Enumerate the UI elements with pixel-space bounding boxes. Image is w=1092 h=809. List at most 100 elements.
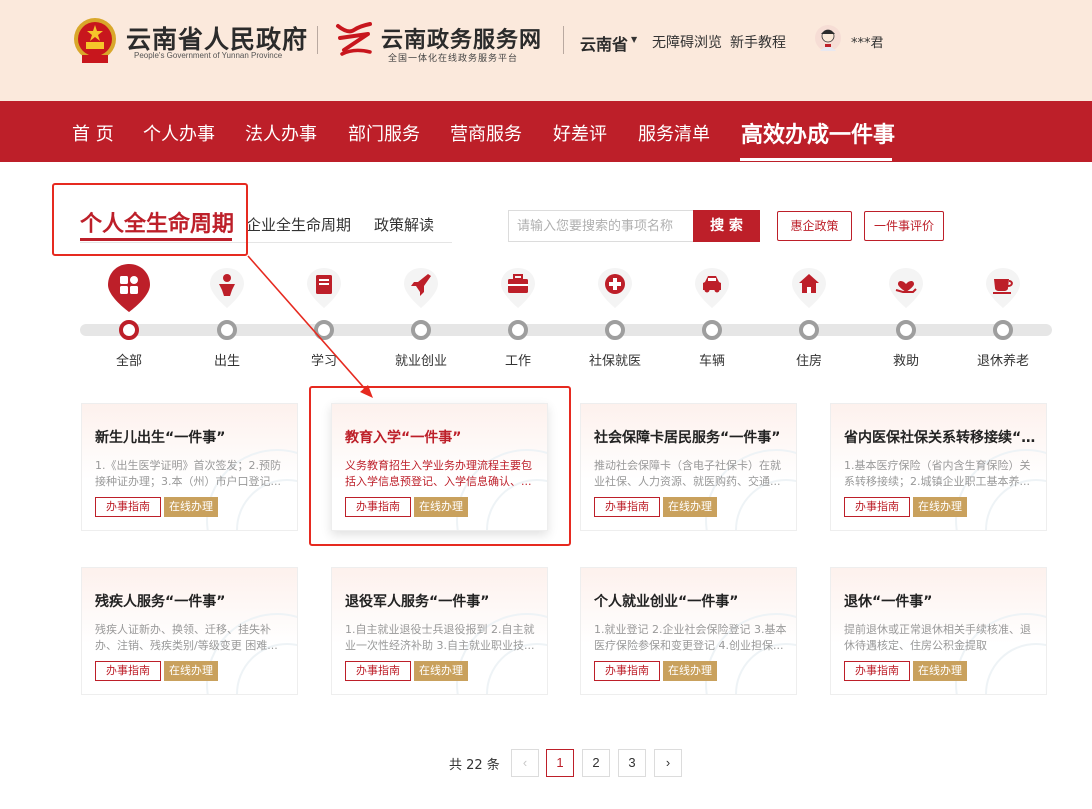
card-social-security[interactable]: 社会保障卡居民服务“一件事” 推动社会保障卡（含电子社保卡）在就业社保、人力资源… [580,403,797,531]
guide-button[interactable]: 办事指南 [844,497,910,517]
timeline-dot[interactable] [993,320,1013,340]
nav-one-thing[interactable]: 高效办成一件事 [741,117,895,149]
guide-button[interactable]: 办事指南 [95,497,161,517]
nav-personal[interactable]: 个人办事 [143,120,215,146]
enterprise-policy-button[interactable]: 惠企政策 [777,211,852,241]
guide-button[interactable]: 办事指南 [844,661,910,681]
online-handle-button[interactable]: 在线办理 [663,497,717,517]
timeline-dot[interactable] [411,320,431,340]
card-veterans[interactable]: 退役军人服务“一件事” 1.自主就业退役士兵退役报到 2.自主就业一次性经济补助… [331,567,548,695]
timeline-dot[interactable] [702,320,722,340]
annotation-highlight-tab [52,183,248,256]
nav-home[interactable]: 首 页 [72,120,114,146]
tab-policy[interactable]: 政策解读 [374,214,434,235]
timeline-label[interactable]: 全部 [79,350,179,369]
timeline-label[interactable]: 退休养老 [953,350,1053,369]
timeline-label[interactable]: 出生 [177,350,277,369]
page-button-3[interactable]: 3 [618,749,646,777]
medical-cross-icon [598,268,632,308]
nav-department[interactable]: 部门服务 [348,120,420,146]
top-header: 云南省人民政府 People's Government of Yunnan Pr… [0,0,1092,101]
annotation-highlight-card [309,386,571,546]
card-desc: 残疾人证新办、换领、迁移、挂失补办、注销、残疾类别/等级变更 困难... [95,623,278,652]
portal-logo-icon [336,22,372,56]
card-title[interactable]: 退役军人服务“一件事” [345,591,540,611]
baby-icon [210,268,244,308]
timeline-label[interactable]: 社保就医 [565,350,665,369]
search-button[interactable]: 搜 索 [693,210,760,242]
header-divider [317,26,318,54]
guide-button[interactable]: 办事指南 [95,661,161,681]
online-handle-button[interactable]: 在线办理 [414,661,468,681]
card-disabled-services[interactable]: 残疾人服务“一件事” 残疾人证新办、换领、迁移、挂失补办、注销、残疾类别/等级变… [81,567,298,695]
portal-title[interactable]: 云南政务服务网 [381,22,542,54]
online-handle-button[interactable]: 在线办理 [164,497,218,517]
timeline-dot[interactable] [119,320,139,340]
nav-active-indicator [740,158,892,161]
card-title[interactable]: 退休“一件事” [844,591,1039,611]
card-desc: 1.就业登记 2.企业社会保险登记 3.基本医疗保险参保和变更登记 4.创业担保… [594,623,787,652]
timeline-dot[interactable] [217,320,237,340]
rocket-icon [404,268,438,308]
card-title[interactable]: 社会保障卡居民服务“一件事” [594,427,789,447]
gov-subtitle: People's Government of Yunnan Province [134,51,283,60]
prev-page-button[interactable]: ‹ [511,749,539,777]
next-page-button[interactable]: › [654,749,682,777]
guide-button[interactable]: 办事指南 [594,661,660,681]
card-desc: 1.自主就业退役士兵退役报到 2.自主就业一次性经济补助 3.自主就业职业技..… [345,623,535,652]
card-desc: 1.《出生医学证明》首次签发；2.预防接种证办理；3.本（州）市户口登记... [95,459,281,488]
card-employment-startup[interactable]: 个人就业创业“一件事” 1.就业登记 2.企业社会保险登记 3.基本医疗保险参保… [580,567,797,695]
card-insurance-transfer[interactable]: 省内医保社保关系转移接续“一件事” 1.基本医疗保险（省内含生育保险）关系转移接… [830,403,1047,531]
house-icon [792,268,826,308]
card-title[interactable]: 个人就业创业“一件事” [594,591,789,611]
nav-legal-entity[interactable]: 法人办事 [245,120,317,146]
timeline-label[interactable]: 工作 [468,350,568,369]
timeline-dot[interactable] [799,320,819,340]
card-desc: 提前退休或正常退休相关手续核准、退休待遇核定、住房公积金提取 [844,623,1031,652]
card-desc: 推动社会保障卡（含电子社保卡）在就业社保、人力资源、就医购药、交通... [594,459,781,488]
search-input[interactable] [508,210,693,242]
timeline-label[interactable]: 学习 [274,350,374,369]
online-handle-button[interactable]: 在线办理 [663,661,717,681]
timeline-dot[interactable] [896,320,916,340]
nav-rating[interactable]: 好差评 [553,120,607,146]
page-button-2[interactable]: 2 [582,749,610,777]
header-divider [563,26,564,54]
online-handle-button[interactable]: 在线办理 [913,661,967,681]
avatar[interactable] [815,25,841,51]
timeline-dot[interactable] [605,320,625,340]
timeline-dot[interactable] [314,320,334,340]
nav-service-list[interactable]: 服务清单 [638,120,710,146]
tutorial-link[interactable]: 新手教程 [730,32,786,52]
car-icon [695,268,729,308]
tab-enterprise-lifecycle[interactable]: 企业全生命周期 [246,214,351,235]
timeline-label[interactable]: 住房 [759,350,859,369]
card-newborn[interactable]: 新生儿出生“一件事” 1.《出生医学证明》首次签发；2.预防接种证办理；3.本（… [81,403,298,531]
region-selector[interactable]: 云南省 [580,31,628,55]
caret-down-icon[interactable]: ▼ [631,35,637,44]
category-all-icon [108,264,150,312]
online-handle-button[interactable]: 在线办理 [164,661,218,681]
card-title[interactable]: 残疾人服务“一件事” [95,591,290,611]
guide-button[interactable]: 办事指南 [345,661,411,681]
main-nav: 首 页 个人办事 法人办事 部门服务 营商服务 好差评 服务清单 高效办成一件事 [0,101,1092,162]
card-title[interactable]: 省内医保社保关系转移接续“一件事” [844,427,1039,447]
timeline-label[interactable]: 车辆 [662,350,762,369]
card-desc: 1.基本医疗保险（省内含生育保险）关系转移接续；2.城镇企业职工基本养... [844,459,1031,488]
book-icon [307,268,341,308]
page-button-1[interactable]: 1 [546,749,574,777]
portal-subtitle: 全国一体化在线政务服务平台 [388,54,519,64]
timeline-label[interactable]: 救助 [856,350,956,369]
card-title[interactable]: 新生儿出生“一件事” [95,427,290,447]
tea-cup-icon [986,268,1020,308]
accessibility-link[interactable]: 无障碍浏览 [652,32,722,52]
guide-button[interactable]: 办事指南 [594,497,660,517]
total-count: 共 22 条 [449,758,500,773]
one-thing-evaluation-button[interactable]: 一件事评价 [864,211,944,241]
card-retirement[interactable]: 退休“一件事” 提前退休或正常退休相关手续核准、退休待遇核定、住房公积金提取 办… [830,567,1047,695]
timeline-label[interactable]: 就业创业 [371,350,471,369]
online-handle-button[interactable]: 在线办理 [913,497,967,517]
user-name[interactable]: ***君 [851,32,884,51]
nav-business[interactable]: 营商服务 [450,120,522,146]
timeline-dot[interactable] [508,320,528,340]
